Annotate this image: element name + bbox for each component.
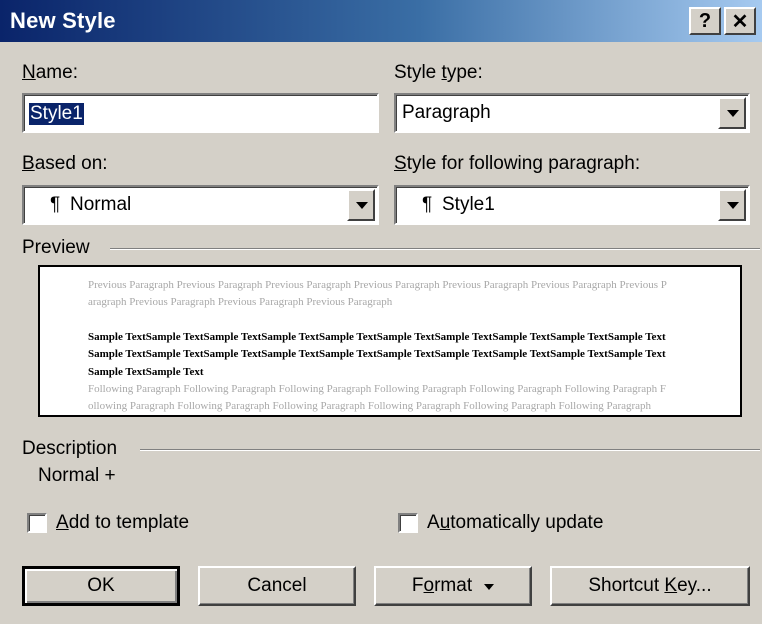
cancel-button[interactable]: Cancel: [198, 566, 356, 606]
cancel-button-label: Cancel: [247, 575, 307, 596]
chevron-down-icon[interactable]: [718, 189, 746, 221]
add-to-template-checkbox[interactable]: [27, 513, 47, 533]
help-icon: ?: [698, 9, 712, 32]
name-input[interactable]: Style1: [22, 93, 379, 133]
style-type-select[interactable]: Paragraph: [394, 93, 750, 133]
based-on-select[interactable]: ¶ Normal: [22, 185, 379, 225]
following-style-label: Style for following paragraph:: [394, 153, 641, 174]
help-button[interactable]: ?: [689, 7, 721, 35]
name-value: Style1: [29, 103, 84, 125]
based-on-value: Normal: [70, 194, 132, 215]
add-to-template-label[interactable]: Add to template: [56, 512, 189, 534]
following-style-value: Style1: [442, 194, 495, 215]
pilcrow-icon: ¶: [50, 194, 61, 215]
preview-sample-text: Sample TextSample TextSample TextSample …: [88, 331, 666, 378]
style-type-value: Paragraph: [402, 102, 491, 123]
auto-update-label[interactable]: Automatically update: [427, 512, 603, 534]
preview-label: Preview: [22, 237, 90, 258]
preview-following-paragraph: Following Paragraph Following Paragraph …: [88, 383, 667, 413]
style-type-label: Style type:: [394, 62, 483, 83]
format-button[interactable]: Format: [374, 566, 532, 606]
description-label: Description: [22, 438, 118, 459]
caret-down-icon: [484, 584, 495, 590]
close-button[interactable]: ✕: [724, 7, 756, 35]
based-on-label: Based on:: [22, 153, 108, 174]
auto-update-checkbox[interactable]: [398, 513, 418, 533]
close-icon: ✕: [731, 10, 749, 33]
title-bar: New Style ? ✕: [0, 0, 762, 42]
chevron-down-icon[interactable]: [718, 97, 746, 129]
dialog-title: New Style: [10, 8, 116, 33]
preview-previous-paragraph: Previous Paragraph Previous Paragraph Pr…: [88, 279, 667, 309]
preview-divider: [110, 248, 760, 250]
ok-button[interactable]: OK: [22, 566, 180, 606]
new-style-dialog: New Style ? ✕ Name: Style1 Style type: P…: [0, 0, 762, 624]
following-style-select[interactable]: ¶ Style1: [394, 185, 750, 225]
ok-button-label: OK: [87, 575, 115, 596]
shortcut-key-button-label: Shortcut Key...: [588, 575, 712, 596]
preview-box: Previous Paragraph Previous Paragraph Pr…: [38, 265, 742, 417]
shortcut-key-button[interactable]: Shortcut Key...: [550, 566, 750, 606]
name-label: Name:: [22, 62, 78, 83]
description-value: Normal +: [38, 465, 116, 486]
pilcrow-icon: ¶: [422, 194, 433, 215]
chevron-down-icon[interactable]: [347, 189, 375, 221]
description-divider: [140, 449, 760, 451]
format-button-label: Format: [411, 575, 473, 596]
